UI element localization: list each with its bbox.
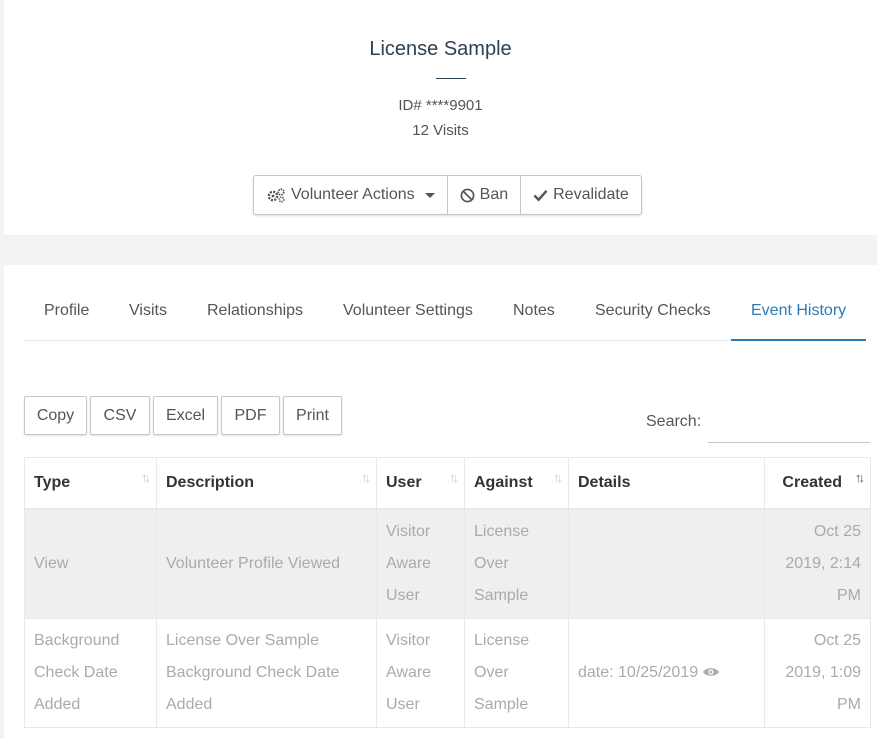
tab-profile[interactable]: Profile — [44, 302, 89, 320]
cell-description: Volunteer Profile Viewed — [156, 508, 377, 619]
volunteer-actions-dropdown[interactable]: Volunteer Actions — [254, 176, 448, 214]
column-header-type[interactable]: Type ↑↓ — [24, 457, 157, 510]
column-header-details: Details — [568, 457, 765, 510]
cell-description: License Over Sample Background Check Dat… — [156, 617, 377, 728]
tab-event-history[interactable]: Event History — [751, 302, 846, 320]
table-header-row: Type ↑↓ Description ↑↓ User ↑↓ Against ↑↓ De… — [24, 457, 871, 510]
cell-details: date: 10/25/2019 — [568, 617, 765, 728]
eye-icon[interactable] — [702, 666, 720, 678]
gears-icon — [267, 188, 285, 203]
cell-user: Visitor Aware User — [376, 617, 465, 728]
revalidate-button[interactable]: Revalidate — [521, 176, 641, 214]
volunteer-id: ID# ****9901 — [398, 97, 483, 114]
cell-against: License Over Sample — [464, 508, 569, 619]
details-text: date: 10/25/2019 — [578, 663, 699, 681]
search-label: Search: — [646, 413, 702, 430]
table-row[interactable]: Background Check Date Added License Over… — [24, 617, 871, 728]
cell-created: Oct 25 2019, 2:14 PM — [764, 508, 871, 619]
caret-down-icon — [424, 192, 435, 198]
ban-label: Ban — [479, 186, 509, 203]
cell-details — [568, 508, 765, 619]
table-row[interactable]: View Volunteer Profile Viewed Visitor Aw… — [24, 508, 871, 619]
print-button[interactable]: Print — [283, 396, 342, 435]
sort-desc-icon: ↑↓ — [855, 470, 865, 485]
cell-user: Visitor Aware User — [376, 508, 465, 619]
tab-notes[interactable]: Notes — [513, 302, 555, 320]
ban-button[interactable]: Ban — [448, 176, 522, 214]
sort-icon: ↑↓ — [449, 470, 459, 485]
copy-button[interactable]: Copy — [24, 396, 87, 435]
tab-volunteer-settings[interactable]: Volunteer Settings — [343, 302, 473, 320]
sort-icon: ↑↓ — [141, 470, 151, 485]
tab-bar: Profile Visits Relationships Volunteer S… — [24, 265, 866, 341]
details-card: Profile Visits Relationships Volunteer S… — [4, 265, 877, 739]
sort-icon: ↑↓ — [553, 470, 563, 485]
cell-created: Oct 25 2019, 1:09 PM — [764, 617, 871, 728]
ban-icon — [460, 188, 475, 202]
column-header-against[interactable]: Against ↑↓ — [464, 457, 569, 510]
search-input[interactable] — [708, 413, 870, 443]
tab-security-checks[interactable]: Security Checks — [595, 302, 711, 320]
tab-relationships[interactable]: Relationships — [207, 302, 303, 320]
action-button-group: Volunteer Actions Ban Revalidate — [253, 175, 642, 215]
pdf-button[interactable]: PDF — [221, 396, 280, 435]
column-header-user[interactable]: User ↑↓ — [376, 457, 465, 510]
excel-button[interactable]: Excel — [153, 396, 218, 435]
revalidate-label: Revalidate — [553, 186, 629, 203]
volunteer-actions-label: Volunteer Actions — [291, 186, 415, 203]
event-history-table: Type ↑↓ Description ↑↓ User ↑↓ Against ↑↓ De… — [24, 457, 871, 728]
column-header-created[interactable]: Created ↑↓ — [764, 457, 871, 510]
cell-against: License Over Sample — [464, 617, 569, 728]
tab-visits[interactable]: Visits — [129, 302, 167, 320]
visit-count: 12 Visits — [412, 122, 469, 139]
active-tab-indicator — [731, 339, 866, 341]
check-icon — [533, 189, 548, 202]
cell-type: View — [24, 508, 157, 619]
cell-type: Background Check Date Added — [24, 617, 157, 728]
sort-icon: ↑↓ — [361, 470, 371, 485]
csv-button[interactable]: CSV — [90, 396, 150, 435]
title-divider — [436, 78, 466, 79]
profile-header-card: License Sample ID# ****9901 12 Visits Vo… — [4, 0, 877, 235]
column-header-description[interactable]: Description ↑↓ — [156, 457, 377, 510]
volunteer-name: License Sample — [369, 38, 512, 60]
